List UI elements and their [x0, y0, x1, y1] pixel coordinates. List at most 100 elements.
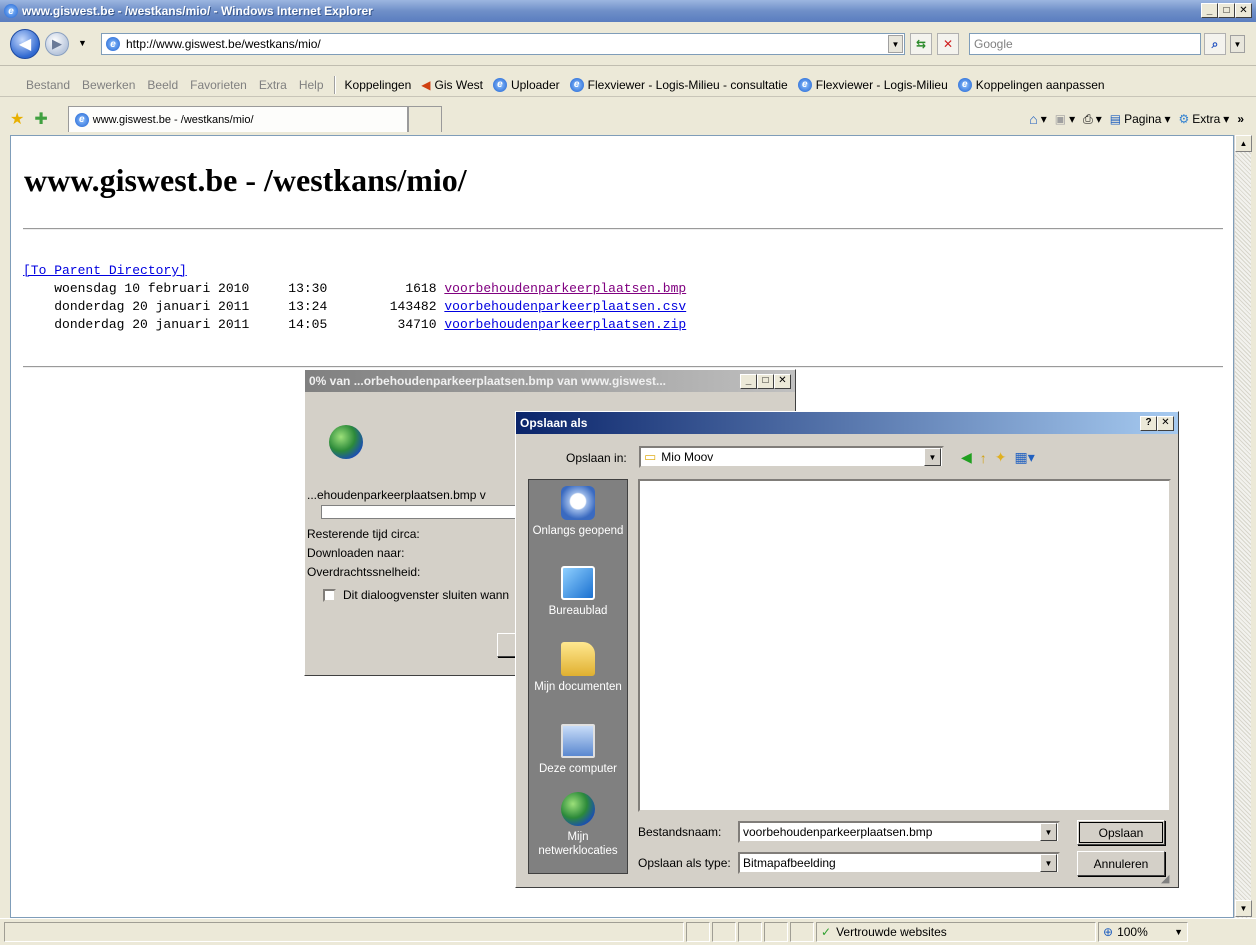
- save-in-combo[interactable]: ▭ Mio Moov ▼: [639, 446, 944, 468]
- save-as-close-button[interactable]: ✕: [1157, 415, 1174, 431]
- my-documents-icon: [561, 642, 595, 676]
- place-my-documents[interactable]: Mijn documenten: [529, 642, 627, 694]
- address-field[interactable]: e http://www.giswest.be/westkans/mio/ ▼: [101, 33, 905, 55]
- close-window-button[interactable]: ✕: [1235, 3, 1252, 18]
- stop-button[interactable]: ✕: [937, 33, 959, 55]
- extra-menu-label: Extra: [1192, 112, 1221, 126]
- place-network[interactable]: Mijn netwerklocaties: [529, 792, 627, 858]
- filename-dropdown-button[interactable]: ▼: [1040, 823, 1057, 841]
- back-arrow-icon[interactable]: ◀: [961, 449, 972, 466]
- file-time: 14:05: [288, 317, 328, 332]
- checkmark-icon: ✓: [821, 925, 832, 939]
- parent-directory-link[interactable]: [To Parent Directory]: [23, 263, 187, 278]
- vertical-scrollbar[interactable]: ▲ ▼: [1234, 135, 1252, 918]
- download-to-label: Downloaden naar:: [307, 546, 405, 560]
- forward-button[interactable]: ▶: [45, 32, 69, 56]
- menu-help[interactable]: Help: [293, 78, 330, 92]
- resize-grip-icon[interactable]: ◢: [1161, 872, 1169, 885]
- save-in-dropdown-button[interactable]: ▼: [924, 448, 941, 466]
- page-icon: e: [106, 37, 120, 51]
- page-menu-button[interactable]: ▤ Pagina ▾: [1106, 112, 1175, 126]
- new-tab-button[interactable]: [407, 106, 442, 132]
- link-uploader[interactable]: e Uploader: [488, 77, 565, 92]
- search-options-button[interactable]: ▼: [1230, 35, 1245, 53]
- save-type-dropdown-button[interactable]: ▼: [1040, 854, 1057, 872]
- ie-page-icon: e: [492, 77, 507, 92]
- save-as-title: Opslaan als: [520, 416, 588, 430]
- link-gis-west[interactable]: ◀ Gis West: [416, 78, 488, 92]
- new-folder-icon[interactable]: ✦: [995, 449, 1007, 466]
- download-dialog-title-bar[interactable]: 0% van ...orbehoudenparkeerplaatsen.bmp …: [305, 370, 795, 392]
- download-dialog-title: 0% van ...orbehoudenparkeerplaatsen.bmp …: [309, 374, 666, 388]
- refresh-button[interactable]: ⇆: [910, 33, 932, 55]
- download-close-button[interactable]: ✕: [774, 373, 791, 389]
- scroll-up-button[interactable]: ▲: [1235, 135, 1252, 152]
- cancel-button[interactable]: Annuleren: [1077, 851, 1165, 876]
- status-panel: [790, 922, 814, 942]
- security-zone-panel[interactable]: ✓ Vertrouwde websites: [816, 922, 1096, 942]
- link-koppelingen-aanpassen[interactable]: e Koppelingen aanpassen: [953, 77, 1110, 92]
- scroll-down-button[interactable]: ▼: [1235, 900, 1252, 917]
- file-time: 13:24: [288, 299, 328, 314]
- download-progress-bar: [321, 505, 521, 519]
- place-my-computer[interactable]: Deze computer: [529, 724, 627, 776]
- download-filename: ...ehoudenparkeerplaatsen.bmp v: [307, 488, 486, 502]
- view-menu-icon[interactable]: ▦▾: [1015, 449, 1035, 466]
- search-icon[interactable]: ⌕: [1204, 33, 1226, 55]
- download-minimize-button[interactable]: _: [740, 373, 757, 389]
- favorites-star-icon[interactable]: ★: [10, 109, 24, 129]
- globe-icon: [329, 425, 363, 459]
- search-input[interactable]: Google: [969, 33, 1201, 55]
- save-type-combo[interactable]: Bitmapafbeelding ▼: [738, 852, 1060, 874]
- page-heading: www.giswest.be - /westkans/mio/: [24, 162, 467, 198]
- help-button[interactable]: ?: [1140, 415, 1157, 431]
- gear-icon: ⚙: [1178, 112, 1190, 126]
- filename-input[interactable]: voorbehoudenparkeerplaatsen.bmp ▼: [738, 821, 1060, 843]
- file-time: 13:30: [288, 281, 328, 296]
- zoom-dropdown-icon[interactable]: ▼: [1174, 927, 1183, 937]
- menu-extra[interactable]: Extra: [253, 78, 293, 92]
- place-recent[interactable]: Onlangs geopend: [529, 486, 627, 538]
- minimize-button[interactable]: _: [1201, 3, 1218, 18]
- divider-bottom: [23, 366, 1223, 368]
- chevron-more-icon[interactable]: »: [1233, 112, 1248, 126]
- desktop-icon: [561, 566, 595, 600]
- zoom-panel[interactable]: ⊕ 100% ▼: [1098, 922, 1188, 942]
- transfer-speed-label: Overdrachtssnelheid:: [307, 565, 421, 579]
- network-places-icon: [561, 792, 595, 826]
- menu-favorieten[interactable]: Favorieten: [184, 78, 253, 92]
- back-button[interactable]: ◀: [10, 29, 40, 59]
- window-title-bar[interactable]: e www.giswest.be - /westkans/mio/ - Wind…: [0, 0, 1256, 22]
- history-dropdown-icon[interactable]: ▼: [78, 38, 87, 48]
- save-as-title-bar[interactable]: Opslaan als ? ✕: [516, 412, 1178, 434]
- home-button[interactable]: ⌂ ▾: [1025, 111, 1051, 127]
- link-flexviewer[interactable]: e Flexviewer - Logis-Milieu: [793, 77, 953, 92]
- menu-bewerken[interactable]: Bewerken: [76, 78, 141, 92]
- file-link-csv[interactable]: voorbehoudenparkeerplaatsen.csv: [444, 299, 686, 314]
- status-text-panel: [4, 922, 684, 942]
- download-maximize-button[interactable]: □: [757, 373, 774, 389]
- file-link-bmp[interactable]: voorbehoudenparkeerplaatsen.bmp: [444, 281, 686, 296]
- save-button[interactable]: Opslaan: [1077, 820, 1165, 845]
- place-desktop[interactable]: Bureaublad: [529, 566, 627, 618]
- file-link-zip[interactable]: voorbehoudenparkeerplaatsen.zip: [444, 317, 686, 332]
- file-list-view[interactable]: [638, 479, 1171, 812]
- place-network-label: Mijn netwerklocaties: [538, 831, 618, 857]
- feeds-button[interactable]: ▣ ▾: [1051, 112, 1079, 126]
- extra-menu-button[interactable]: ⚙ Extra ▾: [1175, 112, 1234, 126]
- tab-current[interactable]: e www.giswest.be - /westkans/mio/: [67, 106, 408, 132]
- close-when-done-checkbox[interactable]: [323, 589, 336, 602]
- link-flexviewer-consultatie[interactable]: e Flexviewer - Logis-Milieu - consultatie: [565, 77, 793, 92]
- up-folder-icon[interactable]: ↑: [980, 450, 987, 466]
- ie-page-icon: e: [797, 77, 812, 92]
- save-as-dialog: Opslaan als ? ✕ Opslaan in: ▭ Mio Moov ▼…: [515, 411, 1179, 888]
- address-dropdown-button[interactable]: ▼: [888, 35, 903, 53]
- save-type-value: Bitmapafbeelding: [743, 856, 836, 870]
- maximize-button[interactable]: □: [1218, 3, 1235, 18]
- search-placeholder: Google: [974, 37, 1013, 51]
- zoom-level: 100%: [1117, 925, 1148, 939]
- add-favorite-icon[interactable]: ✚: [34, 109, 47, 129]
- menu-beeld[interactable]: Beeld: [141, 78, 184, 92]
- menu-bestand[interactable]: Bestand: [0, 78, 76, 92]
- print-button[interactable]: ⎙ ▾: [1079, 112, 1106, 127]
